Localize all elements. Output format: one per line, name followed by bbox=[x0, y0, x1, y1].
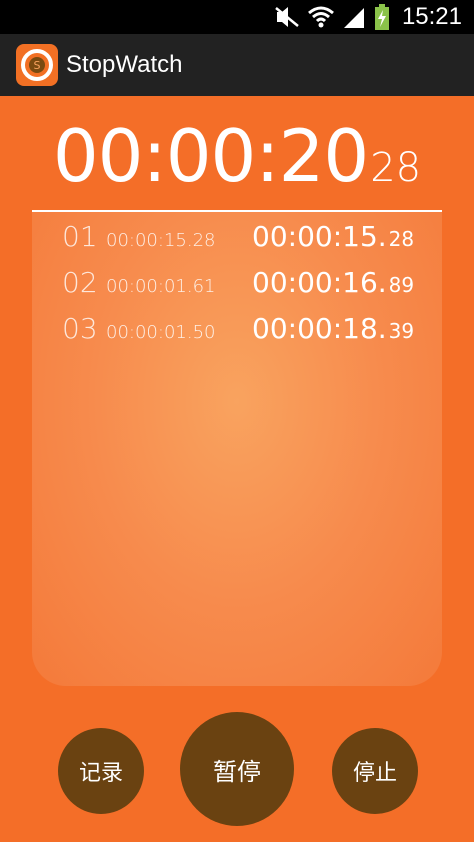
lap-number: 02 bbox=[62, 266, 98, 299]
lap-number: 01 bbox=[62, 220, 98, 253]
list-item: 02 00:00:01.61 00:00:16. 89 bbox=[62, 266, 414, 310]
signal-icon bbox=[342, 6, 366, 28]
stop-button[interactable]: 停止 bbox=[332, 728, 418, 814]
list-item: 01 00:00:15.28 00:00:15. 28 bbox=[62, 220, 414, 264]
list-item: 03 00:00:01.50 00:00:18. 39 bbox=[62, 312, 414, 356]
lap-total-time: 00:00:18. bbox=[252, 312, 387, 345]
lap-total-time: 00:00:15. bbox=[252, 220, 387, 253]
silent-icon bbox=[274, 6, 300, 28]
elapsed-time-display: 00:00:2028 bbox=[0, 114, 474, 198]
elapsed-time-ms: 28 bbox=[370, 145, 422, 191]
status-time: 15:21 bbox=[401, 3, 462, 30]
action-bar: S StopWatch bbox=[0, 34, 474, 96]
lap-total-ms: 28 bbox=[388, 227, 415, 251]
lap-number: 03 bbox=[62, 312, 98, 345]
app-title: StopWatch bbox=[66, 51, 183, 78]
lap-total-time: 00:00:16. bbox=[252, 266, 387, 299]
stopwatch-app-icon[interactable]: S bbox=[16, 44, 58, 86]
wifi-icon bbox=[307, 6, 334, 28]
main-content: 00:00:2028 01 00:00:15.28 00:00:15. 28 02… bbox=[0, 96, 474, 842]
status-bar: 15:21 bbox=[0, 0, 474, 34]
lap-split-time: 00:00:01.61 bbox=[106, 276, 216, 297]
lap-split-time: 00:00:15.28 bbox=[106, 230, 216, 251]
elapsed-time-main: 00:00:20 bbox=[52, 114, 369, 198]
app-icon-letter: S bbox=[34, 59, 41, 72]
lap-button[interactable]: 记录 bbox=[58, 728, 144, 814]
pause-button[interactable]: 暂停 bbox=[180, 712, 294, 826]
battery-charging-icon bbox=[374, 4, 390, 30]
laps-list[interactable]: 01 00:00:15.28 00:00:15. 28 02 00:00:01.6… bbox=[32, 212, 442, 686]
lap-split-time: 00:00:01.50 bbox=[106, 322, 216, 343]
lap-total-ms: 89 bbox=[388, 273, 415, 297]
lap-total-ms: 39 bbox=[388, 319, 415, 343]
